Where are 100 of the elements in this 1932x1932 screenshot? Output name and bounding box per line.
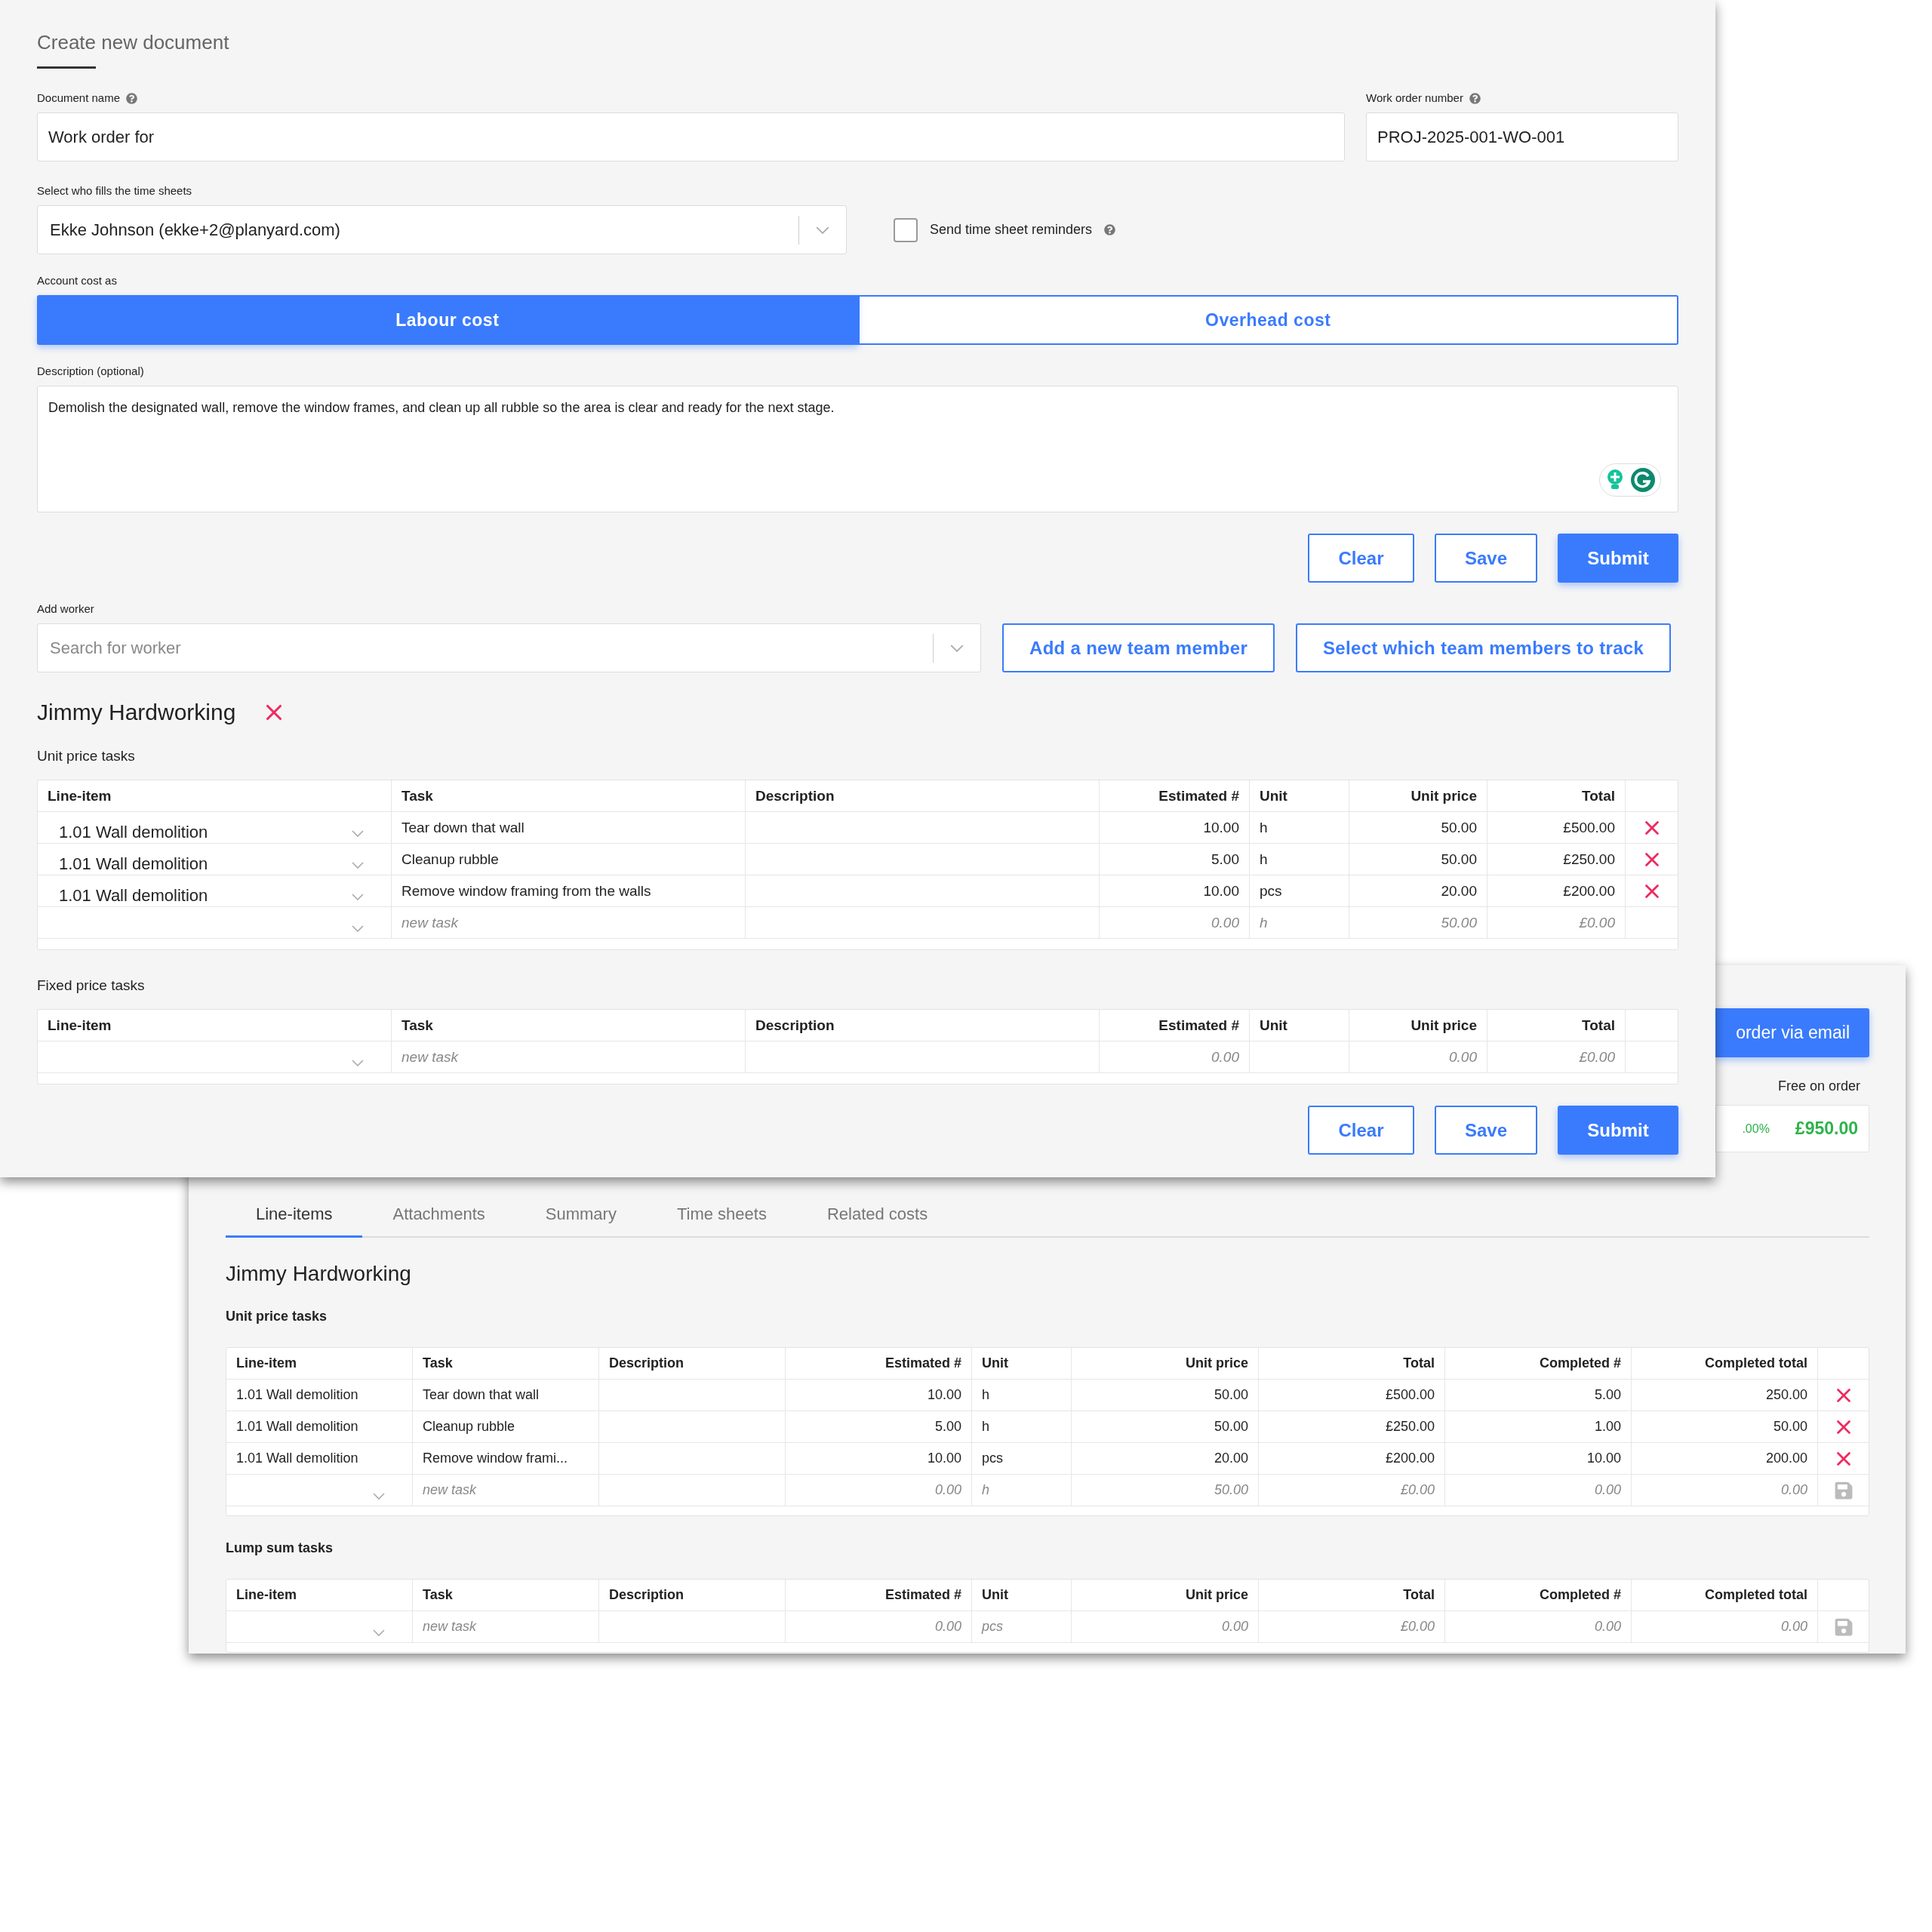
chevron-down-icon bbox=[816, 226, 829, 234]
panel-title: Create new document bbox=[37, 30, 230, 54]
save-icon[interactable] bbox=[1833, 1480, 1854, 1500]
column-header: Total bbox=[1259, 1348, 1445, 1380]
table-cell[interactable]: 0.00 bbox=[1632, 1611, 1818, 1643]
worker-name: Jimmy Hardworking bbox=[226, 1262, 412, 1286]
table-cell[interactable] bbox=[746, 1041, 1100, 1073]
table-cell[interactable]: pcs bbox=[972, 1611, 1072, 1643]
table-cell[interactable]: £0.00 bbox=[1259, 1611, 1445, 1643]
column-header: Unit price bbox=[1072, 1580, 1259, 1611]
line-item-select[interactable]: 1.01 Wall demolition bbox=[38, 875, 392, 907]
table-cell[interactable]: 50.00 bbox=[1072, 1475, 1259, 1506]
table-cell: 1.00 bbox=[1445, 1411, 1632, 1443]
table-cell[interactable] bbox=[599, 1475, 786, 1506]
tab[interactable]: Time sheets bbox=[646, 1192, 797, 1238]
tab[interactable]: Attachments bbox=[362, 1192, 515, 1238]
chevron-down-icon bbox=[352, 862, 364, 869]
field-label: Add worker bbox=[37, 602, 94, 616]
table-cell: h bbox=[1250, 812, 1349, 844]
table-cell[interactable]: new task bbox=[413, 1475, 599, 1506]
table-cell: Remove window frami... bbox=[413, 1443, 599, 1475]
help-icon[interactable] bbox=[1469, 92, 1481, 104]
help-icon[interactable] bbox=[126, 92, 138, 104]
column-header: Unit bbox=[1250, 1010, 1349, 1041]
column-header: Line-item bbox=[38, 780, 392, 812]
chevron-down-icon bbox=[352, 1060, 364, 1066]
tab[interactable]: Summary bbox=[515, 1192, 647, 1238]
line-item-select[interactable]: 1.01 Wall demolition bbox=[38, 812, 392, 844]
column-header: Unit price bbox=[1349, 780, 1487, 812]
table-cell: Cleanup rubble bbox=[413, 1411, 599, 1443]
line-item-select[interactable]: 1.01 Wall demolition bbox=[38, 844, 392, 875]
help-icon[interactable] bbox=[1104, 224, 1116, 235]
cost-type-toggle[interactable]: Labour cost bbox=[37, 295, 858, 345]
table-cell[interactable]: £0.00 bbox=[1487, 1041, 1626, 1073]
table-cell[interactable]: new task bbox=[392, 907, 746, 939]
team-button[interactable]: Add a new team member bbox=[1002, 623, 1275, 672]
table-cell[interactable]: 0.00 bbox=[1072, 1611, 1259, 1643]
column-header: Description bbox=[746, 780, 1100, 812]
table-cell[interactable]: new task bbox=[392, 1041, 746, 1073]
chevron-down-icon bbox=[352, 830, 364, 837]
table-cell: 50.00 bbox=[1072, 1411, 1259, 1443]
table-cell[interactable]: h bbox=[1250, 907, 1349, 939]
tab[interactable]: Line-items bbox=[226, 1192, 363, 1238]
table-cell[interactable]: 0.00 bbox=[1445, 1611, 1632, 1643]
form-button[interactable]: Save bbox=[1435, 534, 1537, 583]
submit-button[interactable]: Submit bbox=[1558, 1106, 1678, 1155]
column-header: Task bbox=[392, 1010, 746, 1041]
table-cell[interactable]: 0.00 bbox=[1100, 907, 1250, 939]
column-header: Task bbox=[413, 1348, 599, 1380]
form-button[interactable]: Clear bbox=[1308, 534, 1414, 583]
section-title: Unit price tasks bbox=[226, 1309, 328, 1324]
table-cell[interactable]: 0.00 bbox=[786, 1611, 972, 1643]
checkbox[interactable] bbox=[894, 217, 918, 242]
form-button[interactable]: Clear bbox=[1308, 1106, 1414, 1155]
table-cell: 20.00 bbox=[1072, 1443, 1259, 1475]
table-cell[interactable]: £0.00 bbox=[1259, 1475, 1445, 1506]
table-cell: 1.01 Wall demolition bbox=[226, 1443, 413, 1475]
column-header: Description bbox=[746, 1010, 1100, 1041]
column-header: Unit bbox=[1250, 780, 1349, 812]
description-field[interactable]: Demolish the designated wall, remove the window frames, and clean up all rubble so the area is clear and ready for the next stage. bbox=[37, 386, 1678, 512]
section-title: Lump sum tasks bbox=[226, 1540, 334, 1556]
chevron-down-icon bbox=[373, 1629, 385, 1636]
work-order-number-field[interactable]: PROJ-2025-001-WO-001 bbox=[1366, 112, 1678, 162]
table-cell[interactable]: new task bbox=[413, 1611, 599, 1643]
table-cell[interactable] bbox=[599, 1611, 786, 1643]
document-name-field[interactable]: Work order for bbox=[37, 112, 1345, 162]
time-sheets-select[interactable]: Ekke Johnson (ekke+2@planyard.com) bbox=[37, 205, 847, 254]
table-cell: 1.01 Wall demolition bbox=[226, 1380, 413, 1411]
table-cell[interactable]: 0.00 bbox=[786, 1475, 972, 1506]
table-cell[interactable]: 0.00 bbox=[1100, 1041, 1250, 1073]
table-cell: £250.00 bbox=[1259, 1411, 1445, 1443]
field-label: Work order number bbox=[1366, 91, 1463, 105]
chevron-down-icon bbox=[950, 644, 964, 652]
field-label: Account cost as bbox=[37, 274, 117, 288]
column-header: Total bbox=[1487, 780, 1626, 812]
save-icon[interactable] bbox=[1833, 1617, 1854, 1637]
table-cell: 50.00 bbox=[1349, 812, 1487, 844]
column-header: Unit price bbox=[1072, 1348, 1259, 1380]
table-cell: 5.00 bbox=[1100, 844, 1250, 875]
table-cell: 200.00 bbox=[1632, 1443, 1818, 1475]
table-cell: h bbox=[972, 1380, 1072, 1411]
tab[interactable]: Related costs bbox=[796, 1192, 958, 1238]
table-cell[interactable]: h bbox=[972, 1475, 1072, 1506]
table-cell: 20.00 bbox=[1349, 875, 1487, 907]
writing-assistant-drawing[interactable] bbox=[1599, 463, 1661, 497]
column-header: Unit price bbox=[1349, 1010, 1487, 1041]
worker-search-field[interactable]: Search for worker bbox=[37, 623, 981, 672]
form-button[interactable]: Save bbox=[1435, 1106, 1537, 1155]
section-title: Unit price tasks bbox=[37, 748, 136, 764]
table-cell[interactable]: 50.00 bbox=[1349, 907, 1487, 939]
table-cell[interactable]: £0.00 bbox=[1487, 907, 1626, 939]
table-cell[interactable] bbox=[1250, 1041, 1349, 1073]
submit-button[interactable]: Submit bbox=[1558, 534, 1678, 583]
table-cell[interactable]: 0.00 bbox=[1445, 1475, 1632, 1506]
cost-type-toggle[interactable]: Overhead cost bbox=[857, 295, 1678, 345]
team-button[interactable]: Select which team members to track bbox=[1296, 623, 1672, 672]
table-cell[interactable]: 0.00 bbox=[1349, 1041, 1487, 1073]
table-cell[interactable]: 0.00 bbox=[1632, 1475, 1818, 1506]
table-cell[interactable] bbox=[746, 907, 1100, 939]
email-order-button[interactable]: order via email bbox=[1715, 1008, 1869, 1057]
